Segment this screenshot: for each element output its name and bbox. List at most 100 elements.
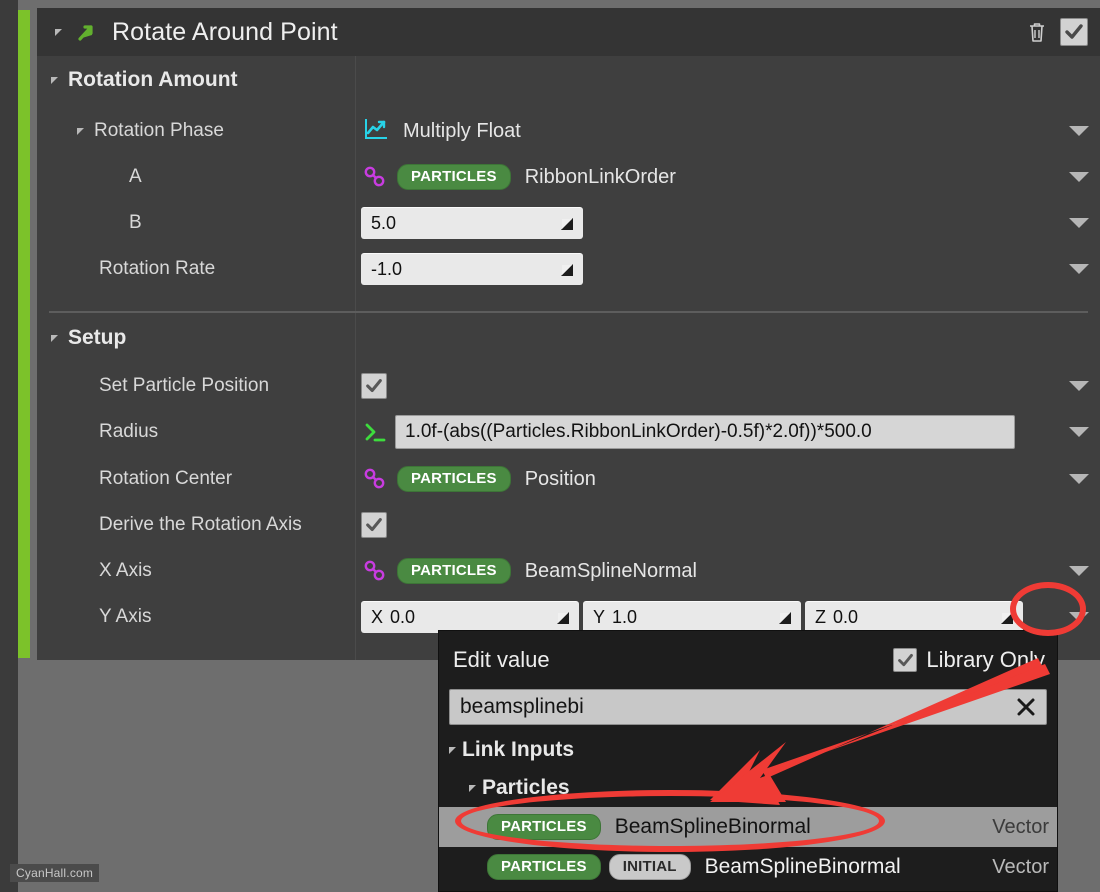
spinner-drag-icon[interactable]: [559, 262, 575, 278]
spinner-drag-icon[interactable]: [999, 610, 1015, 626]
section-header-setup[interactable]: Setup: [37, 318, 1100, 358]
row-value-container: 5.0: [355, 200, 1100, 246]
chevron-down-icon[interactable]: [1062, 554, 1096, 588]
y-axis-x-component-input[interactable]: X 0.0: [361, 601, 579, 633]
attribute-tree: Link Inputs Particles PARTICLES BeamSpli…: [439, 731, 1057, 891]
popup-title: Edit value: [453, 647, 550, 672]
row-label: Radius: [99, 421, 159, 442]
module-header-actions: [1024, 8, 1088, 56]
row-label: Set Particle Position: [99, 375, 270, 396]
chevron-down-icon[interactable]: [1062, 415, 1096, 449]
b-number-input[interactable]: 5.0: [361, 207, 583, 239]
module-enabled-accent-bar: [18, 10, 30, 658]
row-label-container: Rotation Phase: [37, 108, 355, 154]
row-value-text[interactable]: RibbonLinkOrder: [525, 166, 676, 189]
component-value: 1.0: [612, 607, 638, 627]
chevron-down-icon[interactable]: [1062, 252, 1096, 286]
tree-group-label: Particles: [482, 776, 570, 799]
chevron-down-icon[interactable]: [1062, 160, 1096, 194]
row-label: Rotation Center: [99, 468, 233, 489]
section-title-label: Setup: [68, 326, 127, 349]
module-header[interactable]: Rotate Around Point: [37, 8, 1100, 56]
subsection-rotation-phase[interactable]: Rotation Phase: [37, 108, 224, 154]
particles-badge: PARTICLES: [397, 164, 511, 190]
chevron-down-icon[interactable]: [1062, 206, 1096, 240]
row-label: Y Axis: [99, 606, 152, 627]
popup-header: Edit value Library Only: [439, 631, 1057, 689]
link-chain-icon: [361, 557, 389, 585]
row-value-text[interactable]: Position: [525, 468, 596, 491]
y-axis-z-component-input[interactable]: Z 0.0: [805, 601, 1023, 633]
component-value: 0.0: [390, 607, 416, 627]
particles-badge: PARTICLES: [487, 854, 601, 880]
library-only-control[interactable]: Library Only: [893, 647, 1045, 673]
tree-group-particles[interactable]: Particles: [439, 769, 1057, 807]
row-label: A: [129, 166, 142, 187]
row-derive-rotation-axis: Derive the Rotation Axis: [37, 502, 1100, 548]
tree-item-beamsplinebinormal-initial[interactable]: PARTICLES INITIAL BeamSplineBinormal Vec…: [439, 847, 1057, 887]
row-rotation-center: Rotation Center PARTICLES Position: [37, 456, 1100, 502]
trash-icon[interactable]: [1024, 18, 1050, 46]
library-only-label: Library Only: [926, 647, 1045, 672]
row-b: B 5.0: [37, 200, 1100, 246]
row-value-container: 1.0f-(abs((Particles.RibbonLinkOrder)-0.…: [355, 409, 1100, 455]
initial-badge: INITIAL: [608, 854, 691, 880]
rotation-rate-number-input[interactable]: -1.0: [361, 253, 583, 285]
chevron-down-icon[interactable]: [1062, 462, 1096, 496]
rotation-rate-value: -1.0: [371, 259, 403, 279]
page-title: Rotate Around Point: [112, 17, 338, 46]
row-a: A PARTICLES RibbonLinkOrder: [37, 154, 1100, 200]
row-value-container: [355, 502, 1100, 548]
radius-expression-value: 1.0f-(abs((Particles.RibbonLinkOrder)-0.…: [405, 421, 872, 442]
spinner-drag-icon[interactable]: [555, 610, 571, 626]
component-value: 0.0: [833, 607, 859, 627]
row-rotation-rate: Rotation Rate -1.0: [37, 246, 1100, 292]
tree-group-label: Link Inputs: [462, 738, 574, 761]
chevron-down-icon[interactable]: [1062, 600, 1096, 634]
row-value-container: -1.0: [355, 246, 1100, 292]
y-axis-y-component-input[interactable]: Y 1.0: [583, 601, 801, 633]
row-value-text[interactable]: BeamSplineNormal: [525, 560, 697, 583]
row-rotation-phase: Rotation Phase Multiply Float: [37, 108, 1100, 154]
row-value-container: [355, 363, 1100, 409]
tree-item-beamsplinebinormal[interactable]: PARTICLES BeamSplineBinormal Vector: [439, 807, 1057, 847]
triangle-collapse-icon[interactable]: [439, 746, 456, 754]
derive-rotation-axis-checkbox[interactable]: [361, 512, 387, 538]
close-x-icon[interactable]: [1014, 695, 1038, 719]
row-label: X Axis: [99, 560, 152, 581]
link-chain-icon: [361, 465, 389, 493]
tree-item-type: Vector: [992, 815, 1049, 838]
tree-group-stack-context[interactable]: Stack Context: [439, 887, 1057, 891]
particles-badge: PARTICLES: [397, 466, 511, 492]
set-particle-position-checkbox[interactable]: [361, 373, 387, 399]
spinner-drag-icon[interactable]: [559, 216, 575, 232]
component-axis-label: Y: [593, 607, 606, 627]
edit-value-popup: Edit value Library Only beamsplinebi Lin…: [438, 630, 1058, 892]
row-label: Rotation Rate: [99, 258, 216, 279]
row-value-text[interactable]: Multiply Float: [403, 120, 521, 143]
row-value-container: PARTICLES BeamSplineNormal: [355, 548, 1100, 594]
triangle-collapse-icon[interactable]: [37, 127, 84, 135]
tree-item-name: BeamSplineBinormal: [704, 855, 901, 878]
triangle-collapse-icon[interactable]: [55, 28, 62, 36]
expression-prompt-icon: [361, 418, 389, 446]
section-title-label: Rotation Amount: [68, 68, 238, 91]
radius-expression-input[interactable]: 1.0f-(abs((Particles.RibbonLinkOrder)-0.…: [395, 415, 1015, 449]
triangle-collapse-icon[interactable]: [439, 784, 476, 792]
library-only-checkbox[interactable]: [893, 648, 918, 672]
screenshot-root: Rotate Around Point Rotation Amount Rota…: [0, 0, 1100, 892]
tree-item-type: Vector: [992, 855, 1049, 878]
chevron-down-icon[interactable]: [1062, 369, 1096, 403]
module-enabled-checkbox[interactable]: [1060, 18, 1088, 46]
triangle-collapse-icon[interactable]: [37, 334, 58, 342]
search-input[interactable]: beamsplinebi: [449, 689, 1047, 725]
row-set-particle-position: Set Particle Position: [37, 363, 1100, 409]
section-header-rotation-amount[interactable]: Rotation Amount: [37, 60, 1100, 100]
link-chain-icon: [361, 163, 389, 191]
tree-group-link-inputs[interactable]: Link Inputs: [439, 731, 1057, 769]
search-value: beamsplinebi: [460, 695, 584, 718]
section-separator: [49, 311, 1088, 313]
spinner-drag-icon[interactable]: [777, 610, 793, 626]
chevron-down-icon[interactable]: [1062, 114, 1096, 148]
triangle-collapse-icon[interactable]: [37, 76, 58, 84]
